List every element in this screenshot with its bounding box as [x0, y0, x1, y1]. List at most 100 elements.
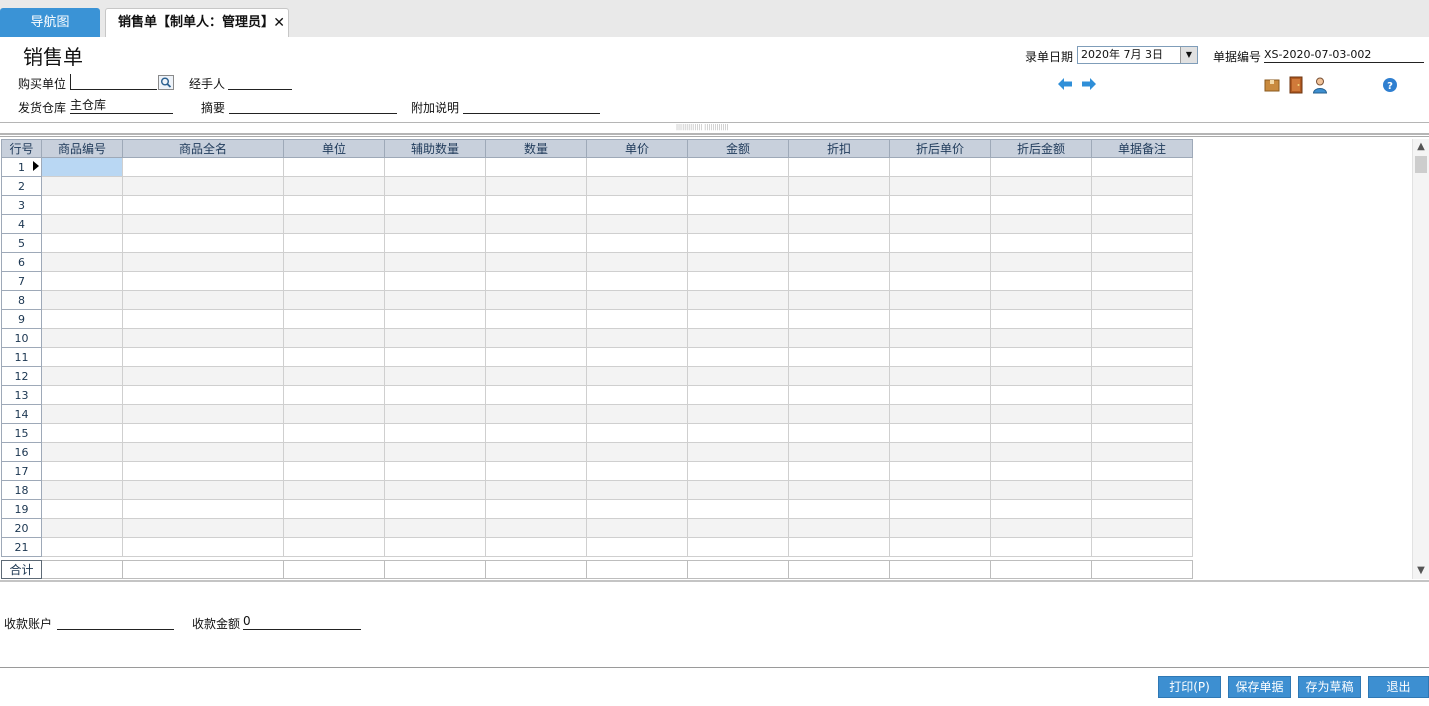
grid-cell[interactable] — [1091, 176, 1193, 196]
table-row[interactable]: 6 — [1, 252, 1193, 272]
grid-cell[interactable] — [788, 252, 890, 272]
grid-cell[interactable] — [788, 461, 890, 481]
row-number[interactable]: 19 — [1, 499, 42, 519]
chevron-down-icon[interactable]: ▼ — [1180, 47, 1197, 63]
grid-cell[interactable] — [586, 195, 688, 215]
grid-cell[interactable] — [485, 385, 587, 405]
row-number[interactable]: 7 — [1, 271, 42, 291]
grid-cell[interactable] — [889, 157, 991, 177]
row-number[interactable]: 3 — [1, 195, 42, 215]
docno-input[interactable]: XS-2020-07-03-002 — [1264, 47, 1424, 63]
grid-cell[interactable] — [384, 423, 486, 443]
grid-cell[interactable] — [122, 290, 284, 310]
grid-cell[interactable] — [687, 233, 789, 253]
date-picker[interactable]: 2020年 7月 3日 ▼ — [1077, 46, 1198, 64]
grid-cell[interactable] — [889, 328, 991, 348]
grid-cell[interactable] — [1091, 480, 1193, 500]
grid-cell[interactable] — [1091, 461, 1193, 481]
grid-cell[interactable] — [889, 214, 991, 234]
grid-cell[interactable] — [122, 480, 284, 500]
grid-cell[interactable] — [687, 461, 789, 481]
grid-cell[interactable] — [485, 347, 587, 367]
grid-cell[interactable] — [990, 442, 1092, 462]
grid-cell[interactable] — [889, 176, 991, 196]
grid-cell[interactable] — [990, 423, 1092, 443]
splitter-grip[interactable]: ||||||||||||| |||||||||||| — [676, 124, 728, 131]
column-header[interactable]: 折后金额 — [990, 139, 1092, 158]
grid-cell[interactable] — [586, 309, 688, 329]
grid-cell[interactable] — [485, 537, 587, 557]
grid-cell[interactable] — [586, 461, 688, 481]
grid-cell[interactable] — [485, 499, 587, 519]
grid-cell[interactable] — [384, 328, 486, 348]
row-number[interactable]: 6 — [1, 252, 42, 272]
grid-cell[interactable] — [687, 366, 789, 386]
grid-cell[interactable] — [889, 195, 991, 215]
grid-cell[interactable] — [1091, 385, 1193, 405]
grid-cell[interactable] — [687, 252, 789, 272]
table-row[interactable]: 11 — [1, 347, 1193, 367]
grid-cell[interactable] — [283, 385, 385, 405]
grid-cell[interactable] — [122, 404, 284, 424]
grid-cell[interactable] — [889, 461, 991, 481]
row-number[interactable]: 14 — [1, 404, 42, 424]
row-number[interactable]: 15 — [1, 423, 42, 443]
grid-cell[interactable] — [122, 347, 284, 367]
row-number[interactable]: 18 — [1, 480, 42, 500]
grid-cell[interactable] — [283, 214, 385, 234]
grid-cell[interactable] — [687, 499, 789, 519]
grid-cell[interactable] — [687, 157, 789, 177]
tab-sales-order[interactable]: 销售单【制单人：管理员】 ✕ — [105, 8, 289, 37]
grid-cell[interactable] — [283, 176, 385, 196]
grid-cell[interactable] — [889, 537, 991, 557]
grid-cell[interactable] — [485, 271, 587, 291]
grid-cell[interactable] — [889, 271, 991, 291]
column-header[interactable]: 商品编号 — [41, 139, 123, 158]
grid-cell[interactable] — [485, 480, 587, 500]
grid-cell[interactable] — [384, 157, 486, 177]
grid-cell[interactable] — [687, 537, 789, 557]
grid-cell[interactable] — [687, 347, 789, 367]
table-row[interactable]: 1 — [1, 157, 1193, 177]
grid-cell[interactable] — [788, 176, 890, 196]
grid-cell[interactable] — [122, 328, 284, 348]
grid-cell[interactable] — [1091, 309, 1193, 329]
table-row[interactable]: 13 — [1, 385, 1193, 405]
grid-cell[interactable] — [41, 233, 123, 253]
grid-cell[interactable] — [384, 385, 486, 405]
grid-cell[interactable] — [122, 271, 284, 291]
table-row[interactable]: 9 — [1, 309, 1193, 329]
grid-cell[interactable] — [788, 214, 890, 234]
grid-cell[interactable] — [586, 442, 688, 462]
tab-navigation[interactable]: 导航图 — [0, 8, 100, 37]
grid-cell[interactable] — [384, 176, 486, 196]
buyer-input[interactable] — [70, 74, 157, 90]
grid-cell[interactable] — [788, 271, 890, 291]
grid-cell[interactable] — [1091, 423, 1193, 443]
grid-cell[interactable] — [889, 499, 991, 519]
grid-cell[interactable] — [41, 404, 123, 424]
grid-cell[interactable] — [889, 518, 991, 538]
grid-cell[interactable] — [889, 480, 991, 500]
grid-cell[interactable] — [122, 195, 284, 215]
close-icon[interactable]: ✕ — [273, 9, 285, 37]
grid-cell[interactable] — [889, 385, 991, 405]
table-row[interactable]: 19 — [1, 499, 1193, 519]
grid-cell[interactable] — [41, 366, 123, 386]
column-header[interactable]: 金额 — [687, 139, 789, 158]
grid-cell[interactable] — [41, 328, 123, 348]
grid-cell[interactable] — [41, 442, 123, 462]
grid-cell[interactable] — [283, 480, 385, 500]
grid-cell[interactable] — [122, 537, 284, 557]
grid-cell[interactable] — [283, 195, 385, 215]
grid-cell[interactable] — [586, 328, 688, 348]
grid-cell[interactable] — [283, 442, 385, 462]
grid-cell[interactable] — [283, 366, 385, 386]
grid-cell[interactable] — [41, 537, 123, 557]
grid-cell[interactable] — [788, 480, 890, 500]
summary-input[interactable] — [229, 98, 397, 114]
grid-cell[interactable] — [1091, 157, 1193, 177]
grid-cell[interactable] — [788, 442, 890, 462]
grid-cell[interactable] — [485, 157, 587, 177]
grid-cell[interactable] — [283, 271, 385, 291]
